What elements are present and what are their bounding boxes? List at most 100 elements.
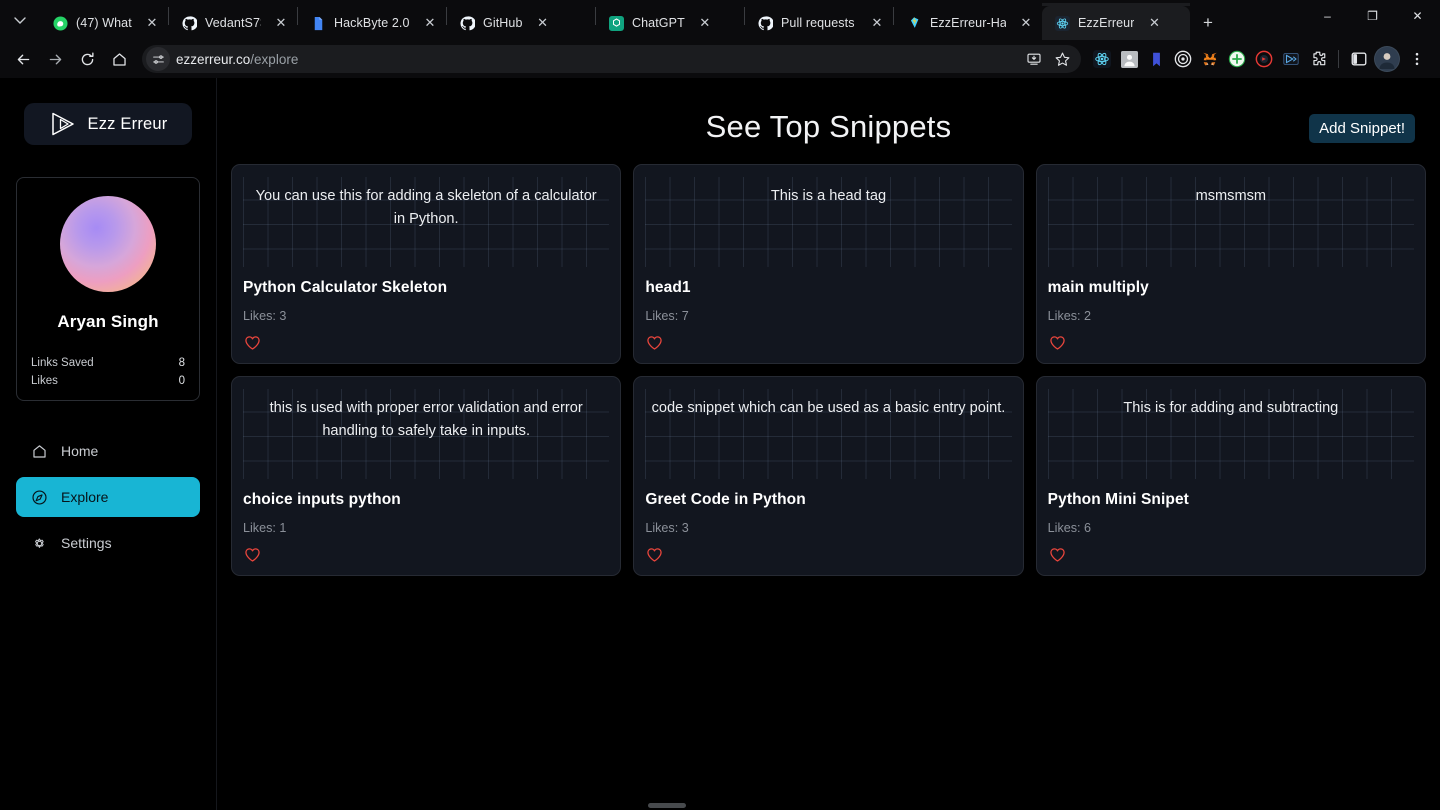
- github-icon: [757, 15, 773, 31]
- github-icon: [459, 15, 475, 31]
- sidebar-item-settings[interactable]: Settings: [16, 523, 200, 563]
- react-devtools-icon[interactable]: [1089, 46, 1115, 72]
- sidebar-nav: Home Explore Settings: [16, 431, 200, 563]
- target-circle-icon[interactable]: [1170, 46, 1196, 72]
- new-tab-button[interactable]: +: [1194, 9, 1222, 37]
- snippet-likes: Likes: 3: [243, 309, 287, 323]
- tab-close-button[interactable]: ✕: [533, 13, 553, 33]
- snippet-card[interactable]: msmsmsm main multiply Likes: 2: [1035, 164, 1426, 364]
- forward-button[interactable]: [40, 44, 70, 74]
- snippet-preview: This is a head tag: [645, 177, 1012, 267]
- snippet-title: main multiply: [1047, 279, 1149, 296]
- heart-outline-icon[interactable]: [645, 333, 665, 353]
- browser-tab-active[interactable]: EzzErreur ✕: [1042, 3, 1190, 40]
- tab-title: GitHub: [483, 16, 523, 30]
- tab-close-button[interactable]: ✕: [1144, 13, 1164, 33]
- main-content: See Top Snippets Add Snippet! You can us…: [217, 78, 1440, 810]
- snippet-preview: this is used with proper error validatio…: [243, 389, 610, 479]
- snippet-title: Python Mini Snipet: [1047, 491, 1189, 508]
- add-snippet-button[interactable]: Add Snippet!: [1309, 114, 1415, 143]
- tab-close-button[interactable]: ✕: [695, 13, 715, 33]
- tab-close-button[interactable]: ✕: [271, 13, 291, 33]
- whatsapp-icon: [52, 15, 68, 31]
- maximize-button[interactable]: ❐: [1350, 0, 1395, 32]
- react-icon: [1054, 15, 1070, 31]
- profile-avatar-icon[interactable]: [1374, 46, 1400, 72]
- arrow-left-icon: [17, 54, 29, 64]
- bookmark-ribbon-icon[interactable]: [1143, 46, 1169, 72]
- close-window-button[interactable]: ✕: [1395, 0, 1440, 32]
- green-plus-icon[interactable]: [1224, 46, 1250, 72]
- browser-tab[interactable]: HackByte 2.0: D ✕: [298, 6, 446, 40]
- url-host: ezzerreur.co: [176, 51, 251, 67]
- snippet-title: Python Calculator Skeleton: [243, 279, 448, 296]
- app-logo[interactable]: Ezz Erreur: [24, 103, 192, 145]
- heart-outline-icon[interactable]: [1048, 545, 1068, 565]
- reload-button[interactable]: [72, 44, 102, 74]
- home-button[interactable]: [104, 44, 134, 74]
- tab-search-button[interactable]: [0, 0, 40, 40]
- snippet-description: code snippet which can be used as a basi…: [651, 400, 1006, 416]
- snippet-likes: Likes: 3: [645, 521, 689, 535]
- browser-window: (47) WhatsApp ✕ VedantS73/eas ✕ HackByte…: [0, 0, 1440, 810]
- tab-close-button[interactable]: ✕: [1016, 13, 1036, 33]
- side-panel-icon[interactable]: [1346, 46, 1372, 72]
- blue-play-icon[interactable]: [1278, 46, 1304, 72]
- tab-strip: (47) WhatsApp ✕ VedantS73/eas ✕ HackByte…: [0, 0, 1440, 40]
- snippet-description: This is a head tag: [770, 188, 887, 204]
- sidebar-item-label: Explore: [61, 489, 109, 505]
- heart-outline-icon[interactable]: [645, 545, 665, 565]
- url-text: ezzerreur.co/explore: [176, 52, 298, 67]
- sidebar-item-explore[interactable]: Explore: [16, 477, 200, 517]
- snippet-likes: Likes: 2: [1047, 309, 1092, 323]
- tab-close-button[interactable]: ✕: [142, 13, 162, 33]
- tab-title: ChatGPT: [632, 16, 685, 30]
- puzzle-piece-icon[interactable]: [1305, 46, 1331, 72]
- browser-tab[interactable]: (47) WhatsApp ✕: [40, 6, 168, 40]
- tab-title: HackByte 2.0: D: [334, 16, 410, 30]
- tab-close-button[interactable]: ✕: [420, 13, 440, 33]
- install-app-icon[interactable]: [1021, 46, 1047, 72]
- browser-tab[interactable]: VedantS73/eas ✕: [169, 6, 297, 40]
- chevron-down-icon: [14, 17, 26, 24]
- address-bar[interactable]: ezzerreur.co/explore: [142, 45, 1081, 73]
- heart-outline-icon[interactable]: [243, 333, 263, 353]
- star-icon[interactable]: [1049, 46, 1075, 72]
- snippet-title: head1: [645, 279, 691, 296]
- snippet-card[interactable]: This is a head tag head1 Likes: 7: [633, 164, 1024, 364]
- snippet-likes: Likes: 7: [645, 309, 689, 323]
- snippet-card[interactable]: This is for adding and subtracting Pytho…: [1035, 376, 1426, 576]
- snippet-preview: You can use this for adding a skeleton o…: [243, 177, 610, 267]
- omnibox-actions: [1021, 46, 1075, 72]
- page-title: See Top Snippets: [705, 109, 952, 144]
- sidebar: Ezz Erreur Aryan Singh Links Saved 8 Lik…: [0, 78, 217, 810]
- site-settings-button[interactable]: [146, 47, 170, 71]
- tab-title: Pull requests ·: [781, 16, 857, 30]
- heart-outline-icon[interactable]: [243, 545, 263, 565]
- content-header: See Top Snippets Add Snippet!: [229, 102, 1428, 164]
- metamask-fox-icon[interactable]: [1197, 46, 1223, 72]
- three-dot-menu-icon[interactable]: [1402, 44, 1432, 74]
- stat-value: 0: [178, 375, 185, 387]
- browser-tab[interactable]: ChatGPT ✕: [596, 6, 744, 40]
- snippet-card[interactable]: this is used with proper error validatio…: [231, 376, 622, 576]
- browser-tab[interactable]: Pull requests · ✕: [745, 6, 893, 40]
- snippet-card[interactable]: You can use this for adding a skeleton o…: [231, 164, 622, 364]
- sidebar-item-home[interactable]: Home: [16, 431, 200, 471]
- heart-outline-icon[interactable]: [1048, 333, 1068, 353]
- back-button[interactable]: [8, 44, 38, 74]
- tab-close-button[interactable]: ✕: [867, 13, 887, 33]
- minimize-button[interactable]: –: [1305, 0, 1350, 32]
- stat-row: Links Saved 8: [31, 354, 185, 372]
- tab-list: (47) WhatsApp ✕ VedantS73/eas ✕ HackByte…: [40, 0, 1305, 40]
- snippet-title: choice inputs python: [243, 491, 401, 508]
- snippet-description: This is for adding and subtracting: [1123, 400, 1339, 416]
- red-record-icon[interactable]: [1251, 46, 1277, 72]
- browser-tab[interactable]: EzzErreur-Hack ✕: [894, 6, 1042, 40]
- browser-tab[interactable]: GitHub ✕: [447, 6, 595, 40]
- snippet-card[interactable]: code snippet which can be used as a basi…: [633, 376, 1024, 576]
- page-body: Ezz Erreur Aryan Singh Links Saved 8 Lik…: [0, 78, 1440, 810]
- snippet-grid: You can use this for adding a skeleton o…: [229, 164, 1428, 576]
- horizontal-scrollbar[interactable]: [648, 803, 686, 808]
- grayscale-person-icon[interactable]: [1116, 46, 1142, 72]
